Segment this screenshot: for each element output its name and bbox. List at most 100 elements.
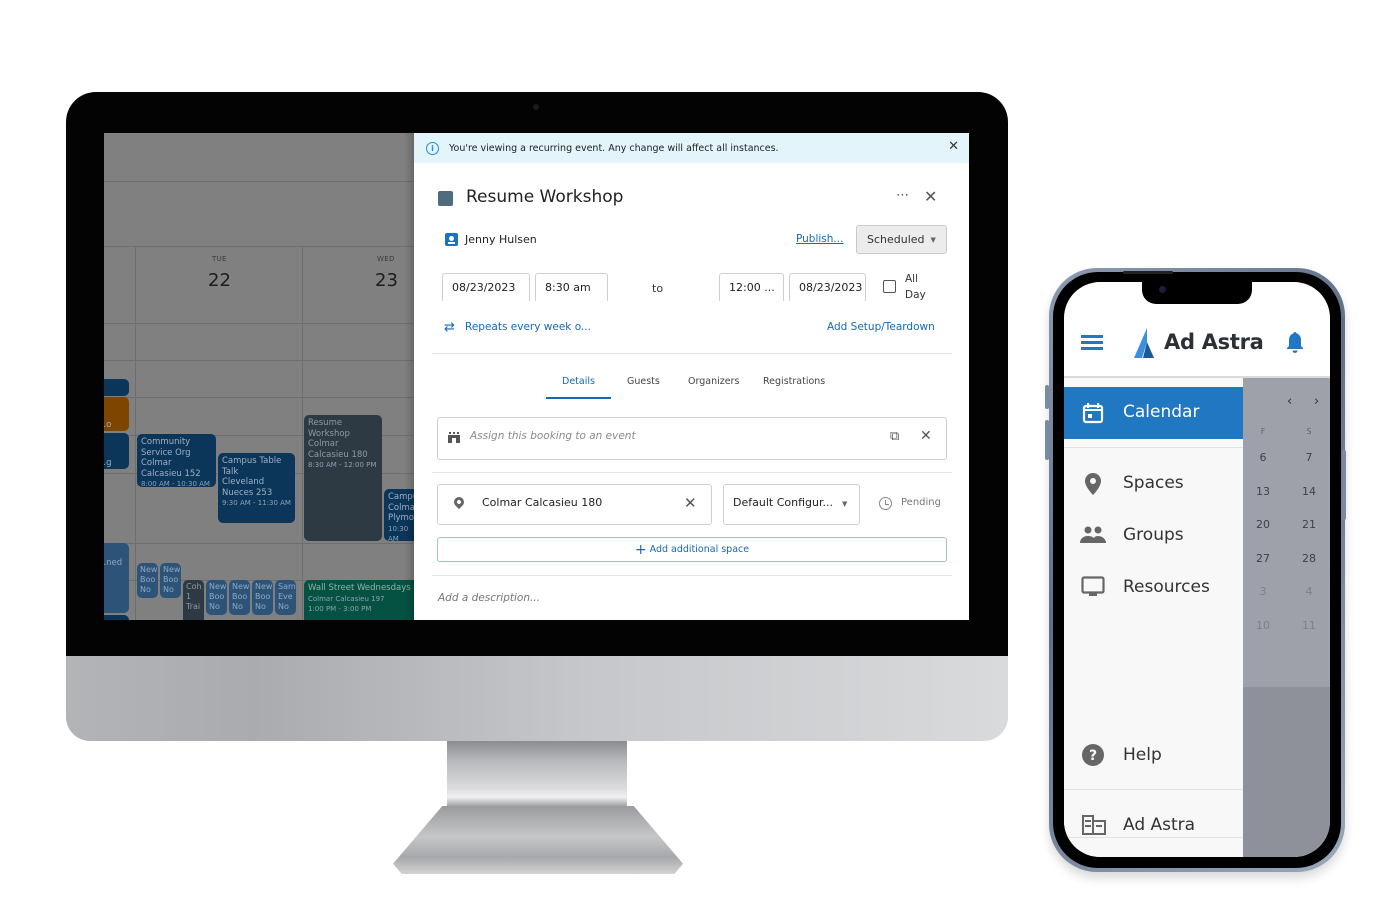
all-day-label: All Day bbox=[905, 273, 926, 301]
start-date-field[interactable]: 08/23/2023 bbox=[442, 273, 530, 301]
close-panel-button[interactable]: ✕ bbox=[924, 187, 937, 206]
mini-calendar-day[interactable]: 4 bbox=[1297, 585, 1321, 598]
phone-camera bbox=[1159, 286, 1166, 293]
nav-item-ad-astra[interactable]: Ad Astra bbox=[1123, 815, 1195, 835]
calendar-event-small[interactable]: New Boo No bbox=[229, 580, 250, 615]
prev-month-button[interactable]: ‹ bbox=[1287, 394, 1292, 409]
day-number-22[interactable]: 22 bbox=[208, 270, 231, 291]
banner-text: You're viewing a recurring event. Any ch… bbox=[449, 142, 779, 154]
add-additional-space-button[interactable]: + Add additional space bbox=[437, 537, 947, 562]
event-title[interactable]: Resume Workshop bbox=[466, 187, 623, 207]
phone-power-button bbox=[1342, 450, 1346, 520]
remove-space-button[interactable]: ✕ bbox=[684, 494, 697, 512]
calendar-event-small[interactable]: New Boo No bbox=[160, 563, 181, 598]
nav-item-groups[interactable]: Groups bbox=[1123, 525, 1184, 545]
mobile-screen: Ad Astra Calendar Spaces Groups Resource… bbox=[1064, 282, 1330, 857]
svg-text:?: ? bbox=[1089, 748, 1097, 764]
monitor-stand-foot bbox=[393, 806, 683, 874]
mini-calendar-day[interactable]: 3 bbox=[1251, 585, 1275, 598]
divider bbox=[432, 575, 952, 576]
booking-detail-panel: i You're viewing a recurring event. Any … bbox=[414, 133, 969, 620]
info-icon: i bbox=[426, 141, 439, 155]
calendar-event[interactable]: ...g bbox=[104, 433, 129, 469]
notification-bell-icon[interactable] bbox=[1285, 330, 1305, 354]
event-owner[interactable]: Jenny Hulsen bbox=[465, 233, 537, 246]
repeat-icon: ⇄ bbox=[444, 320, 455, 335]
monitor-icon bbox=[1081, 576, 1105, 596]
next-month-button[interactable]: › bbox=[1314, 394, 1319, 409]
weekday-header: S bbox=[1306, 427, 1312, 436]
calendar-event[interactable] bbox=[104, 615, 129, 620]
tab-details[interactable]: Details bbox=[562, 376, 595, 387]
space-status: Pending bbox=[901, 497, 941, 508]
navigation-drawer bbox=[1064, 378, 1243, 857]
event-color-swatch[interactable] bbox=[438, 191, 453, 206]
tab-guests[interactable]: Guests bbox=[627, 376, 660, 387]
active-tab-indicator bbox=[546, 397, 611, 399]
mini-calendar-day[interactable]: 28 bbox=[1297, 552, 1321, 565]
phone-volume-button bbox=[1045, 420, 1049, 460]
location-pin-icon bbox=[1085, 473, 1101, 495]
recurrence-link[interactable]: Repeats every week o... bbox=[465, 321, 591, 333]
calendar-event[interactable]: ...o bbox=[104, 397, 129, 431]
calendar-event[interactable]: ...ned bbox=[104, 543, 129, 613]
tab-organizers[interactable]: Organizers bbox=[688, 376, 739, 387]
mini-calendar-day[interactable]: 11 bbox=[1297, 619, 1321, 632]
mini-calendar-day[interactable]: 14 bbox=[1297, 485, 1321, 498]
day-number-23[interactable]: 23 bbox=[375, 270, 398, 291]
calendar-event-small[interactable]: New Boo No bbox=[206, 580, 227, 615]
configuration-value: Default Configur... bbox=[733, 496, 833, 509]
calendar-event-small[interactable]: New Boo No bbox=[137, 563, 158, 598]
phone-speaker bbox=[1123, 271, 1173, 274]
mini-calendar-day[interactable]: 20 bbox=[1251, 518, 1275, 531]
end-time-field[interactable]: 12:00 ... bbox=[719, 273, 784, 301]
mini-calendar-day[interactable]: 13 bbox=[1251, 485, 1275, 498]
phone-volume-button bbox=[1045, 385, 1049, 409]
divider bbox=[432, 353, 952, 354]
nav-item-resources[interactable]: Resources bbox=[1123, 577, 1210, 597]
calendar-event-small[interactable]: Coh 1 Trai bbox=[183, 580, 204, 620]
ad-astra-logo-icon bbox=[1134, 328, 1154, 358]
mini-calendar-day[interactable]: 10 bbox=[1251, 619, 1275, 632]
end-date-field[interactable]: 08/23/2023 bbox=[789, 273, 866, 301]
calendar-event-community-service-org[interactable]: Community Service Org Colmar Calcasieu 1… bbox=[137, 434, 216, 487]
event-icon bbox=[448, 432, 460, 443]
dismiss-banner-button[interactable]: ✕ bbox=[948, 139, 959, 154]
more-options-button[interactable]: ⋯ bbox=[896, 188, 909, 203]
start-time-field[interactable]: 8:30 am bbox=[535, 273, 608, 301]
mini-calendar-day[interactable]: 27 bbox=[1251, 552, 1275, 565]
monitor-chin bbox=[66, 656, 1008, 741]
to-label: to bbox=[652, 282, 664, 295]
nav-item-spaces[interactable]: Spaces bbox=[1123, 473, 1184, 493]
nav-item-help[interactable]: Help bbox=[1123, 745, 1162, 765]
assign-event-placeholder: Assign this booking to an event bbox=[470, 430, 636, 442]
brand-name: Ad Astra bbox=[1164, 330, 1264, 354]
open-external-icon[interactable]: ⧉ bbox=[890, 429, 899, 444]
calendar-event-small[interactable]: New Boo No bbox=[252, 580, 273, 615]
calendar-event-resume-workshop[interactable]: Resume Workshop Colmar Calcasieu 180 8:3… bbox=[304, 415, 382, 541]
calendar-event-wall-street-wednesdays[interactable]: Wall Street Wednesdays Colmar Calcasieu … bbox=[304, 580, 419, 620]
day-name-tue: TUE bbox=[212, 255, 227, 263]
mini-calendar-day[interactable]: 7 bbox=[1297, 451, 1321, 464]
publish-link[interactable]: Publish... bbox=[796, 233, 843, 245]
building-icon bbox=[1082, 815, 1106, 835]
calendar-event[interactable] bbox=[104, 379, 129, 396]
clear-event-button[interactable]: ✕ bbox=[920, 428, 932, 444]
description-field[interactable]: Add a description... bbox=[438, 592, 540, 604]
all-day-checkbox[interactable] bbox=[883, 280, 896, 293]
contact-badge-icon bbox=[445, 233, 458, 246]
divider bbox=[432, 472, 952, 473]
desktop-screen: TUE 22 WED 23 ...o ...g ...ned Community… bbox=[104, 133, 969, 620]
space-name: Colmar Calcasieu 180 bbox=[482, 496, 603, 509]
caret-down-icon: ▼ bbox=[842, 500, 848, 508]
hamburger-menu-icon[interactable] bbox=[1081, 335, 1103, 350]
mini-calendar-day[interactable]: 6 bbox=[1251, 451, 1275, 464]
mini-calendar-day[interactable]: 21 bbox=[1297, 518, 1321, 531]
add-setup-teardown-link[interactable]: Add Setup/Teardown bbox=[827, 321, 935, 333]
calendar-week-view: TUE 22 WED 23 ...o ...g ...ned Community… bbox=[104, 133, 424, 620]
status-dropdown[interactable]: Scheduled ▼ bbox=[856, 225, 947, 254]
tab-registrations[interactable]: Registrations bbox=[763, 376, 825, 387]
calendar-event-small[interactable]: Sam Eve No bbox=[275, 580, 296, 615]
phone-notch bbox=[1142, 282, 1252, 304]
calendar-event-campus-table-talk[interactable]: Campus Table Talk Cleveland Nueces 253 9… bbox=[218, 453, 295, 523]
